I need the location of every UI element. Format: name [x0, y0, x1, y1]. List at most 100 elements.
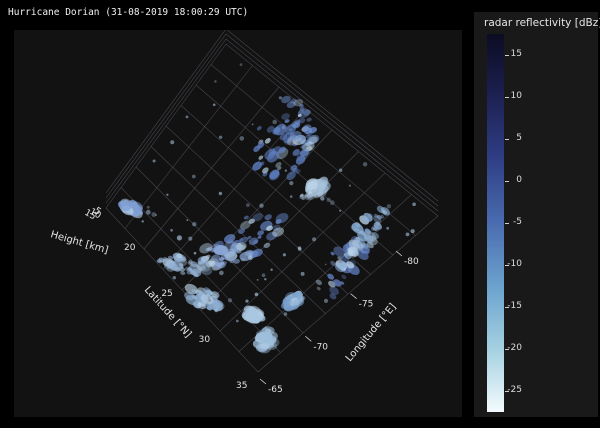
echo-speck — [289, 195, 293, 198]
echo-speck — [212, 103, 216, 107]
echo-cluster — [184, 283, 225, 312]
lon-tick — [395, 250, 403, 257]
echo-speck — [284, 169, 287, 172]
colorbar-tick-label: 15 — [510, 49, 522, 59]
echo-speck — [282, 253, 286, 257]
echo-speck — [300, 271, 305, 276]
colorbar-tick — [505, 181, 509, 182]
colorbar-title: radar reflectivity [dBz] — [484, 17, 600, 29]
echo-speck — [339, 209, 342, 212]
echo-speck — [270, 268, 273, 271]
echo-speck — [145, 209, 151, 215]
echo-speck — [410, 229, 415, 234]
echo-speck — [281, 125, 286, 130]
echo-speck — [185, 115, 189, 119]
echo-speck — [326, 197, 331, 203]
echo-cell — [263, 242, 271, 249]
echo-speck — [261, 273, 266, 277]
echo-cell — [341, 274, 347, 280]
echo-speck — [192, 222, 197, 227]
lon-tick-label: -75 — [359, 300, 374, 310]
lon-tick-label: -80 — [404, 257, 419, 267]
echo-speck — [248, 255, 253, 260]
colorbar-tick — [505, 223, 509, 224]
echo-speck — [219, 270, 224, 276]
echo-cell — [264, 214, 272, 221]
echo-cell — [257, 235, 262, 239]
colorbar-tick — [505, 55, 509, 56]
echo-speck — [200, 258, 206, 264]
echo-speck — [289, 181, 294, 186]
echo-speck — [172, 276, 176, 280]
lon-tick — [259, 378, 267, 385]
lon-tick — [305, 336, 312, 342]
echo-cluster — [117, 198, 144, 219]
echo-cluster — [241, 305, 266, 324]
echo-cell — [258, 155, 264, 160]
echo-speck — [218, 135, 223, 139]
echo-cell — [252, 161, 262, 171]
height-axis-title: Height [km] — [49, 229, 109, 256]
lat-tick-label: 20 — [124, 243, 136, 253]
lat-tick-label: 30 — [199, 335, 211, 345]
echo-speck — [339, 168, 343, 172]
echo-speck — [362, 162, 368, 167]
echo-speck — [188, 236, 193, 241]
echo-speck — [320, 196, 325, 201]
lat-tick-label: 25 — [161, 289, 172, 299]
echo-speck — [254, 292, 259, 297]
grid-line — [257, 215, 439, 373]
colorbar-tick-label: -25 — [507, 385, 522, 395]
colorbar-tick — [505, 265, 509, 266]
colorbar-tick — [505, 97, 509, 98]
lon-tick-label: -70 — [313, 342, 328, 352]
echo-speck — [278, 96, 282, 100]
echo-cell — [327, 273, 335, 280]
echo-speck — [193, 251, 197, 255]
echo-cluster — [280, 290, 306, 312]
plot-area[interactable]: -80 -75 -70 -65 Longitude [°E] 20 25 30 35 Latitu… — [14, 30, 462, 417]
lon-tick-label: -65 — [268, 385, 283, 395]
echo-speck — [324, 263, 327, 266]
colorbar-tick-label: -5 — [513, 217, 522, 227]
colorbar-tick-label: 0 — [516, 175, 522, 185]
echo-speck — [151, 212, 157, 218]
echo-speck — [412, 202, 416, 207]
echo-speck — [235, 319, 239, 323]
colorbar-tick — [505, 349, 509, 350]
echo-speck — [312, 237, 317, 242]
echo-speck — [194, 295, 198, 299]
echo-speck — [152, 159, 156, 163]
colorbar-panel: radar reflectivity [dBz] 15 10 5 0 -5 -10 -15 -… — [474, 12, 600, 417]
echo-speck — [264, 278, 267, 281]
echo-speck — [218, 191, 223, 196]
echo-speck — [238, 242, 242, 247]
echo-cell — [315, 279, 323, 286]
echo-speck — [170, 140, 175, 145]
echo-cluster — [315, 227, 378, 300]
colorbar-tick-label: -10 — [507, 259, 522, 269]
colorbar-tick — [505, 307, 509, 308]
figure-title: Hurricane Dorian (31-08-2019 18:00:29 UT… — [8, 7, 249, 18]
echo-speck — [386, 226, 390, 230]
echo-cell — [264, 138, 271, 144]
lon-axis-title: Longitude [°E] — [344, 302, 399, 364]
colorbar-tick-label: 10 — [510, 91, 522, 101]
3d-scene[interactable]: -80-75-70-65Longitude [°E]20253035Latitu… — [14, 30, 462, 417]
echo-cell — [256, 125, 262, 131]
lat-tick-label: 35 — [236, 381, 247, 391]
echo-speck — [166, 193, 169, 196]
echo-speck — [246, 203, 250, 208]
echo-cell — [260, 342, 270, 350]
echo-speck — [239, 63, 243, 66]
echo-speck — [146, 205, 150, 209]
echo-cluster — [252, 326, 280, 354]
echo-speck — [259, 203, 264, 208]
colorbar-tick — [505, 139, 509, 140]
echo-speck — [191, 174, 196, 179]
echo-speck — [256, 279, 259, 281]
echo-speck — [227, 298, 233, 303]
echo-cell — [316, 286, 321, 291]
colorbar-tick-label: -15 — [507, 301, 522, 311]
echo-speck — [386, 204, 392, 209]
